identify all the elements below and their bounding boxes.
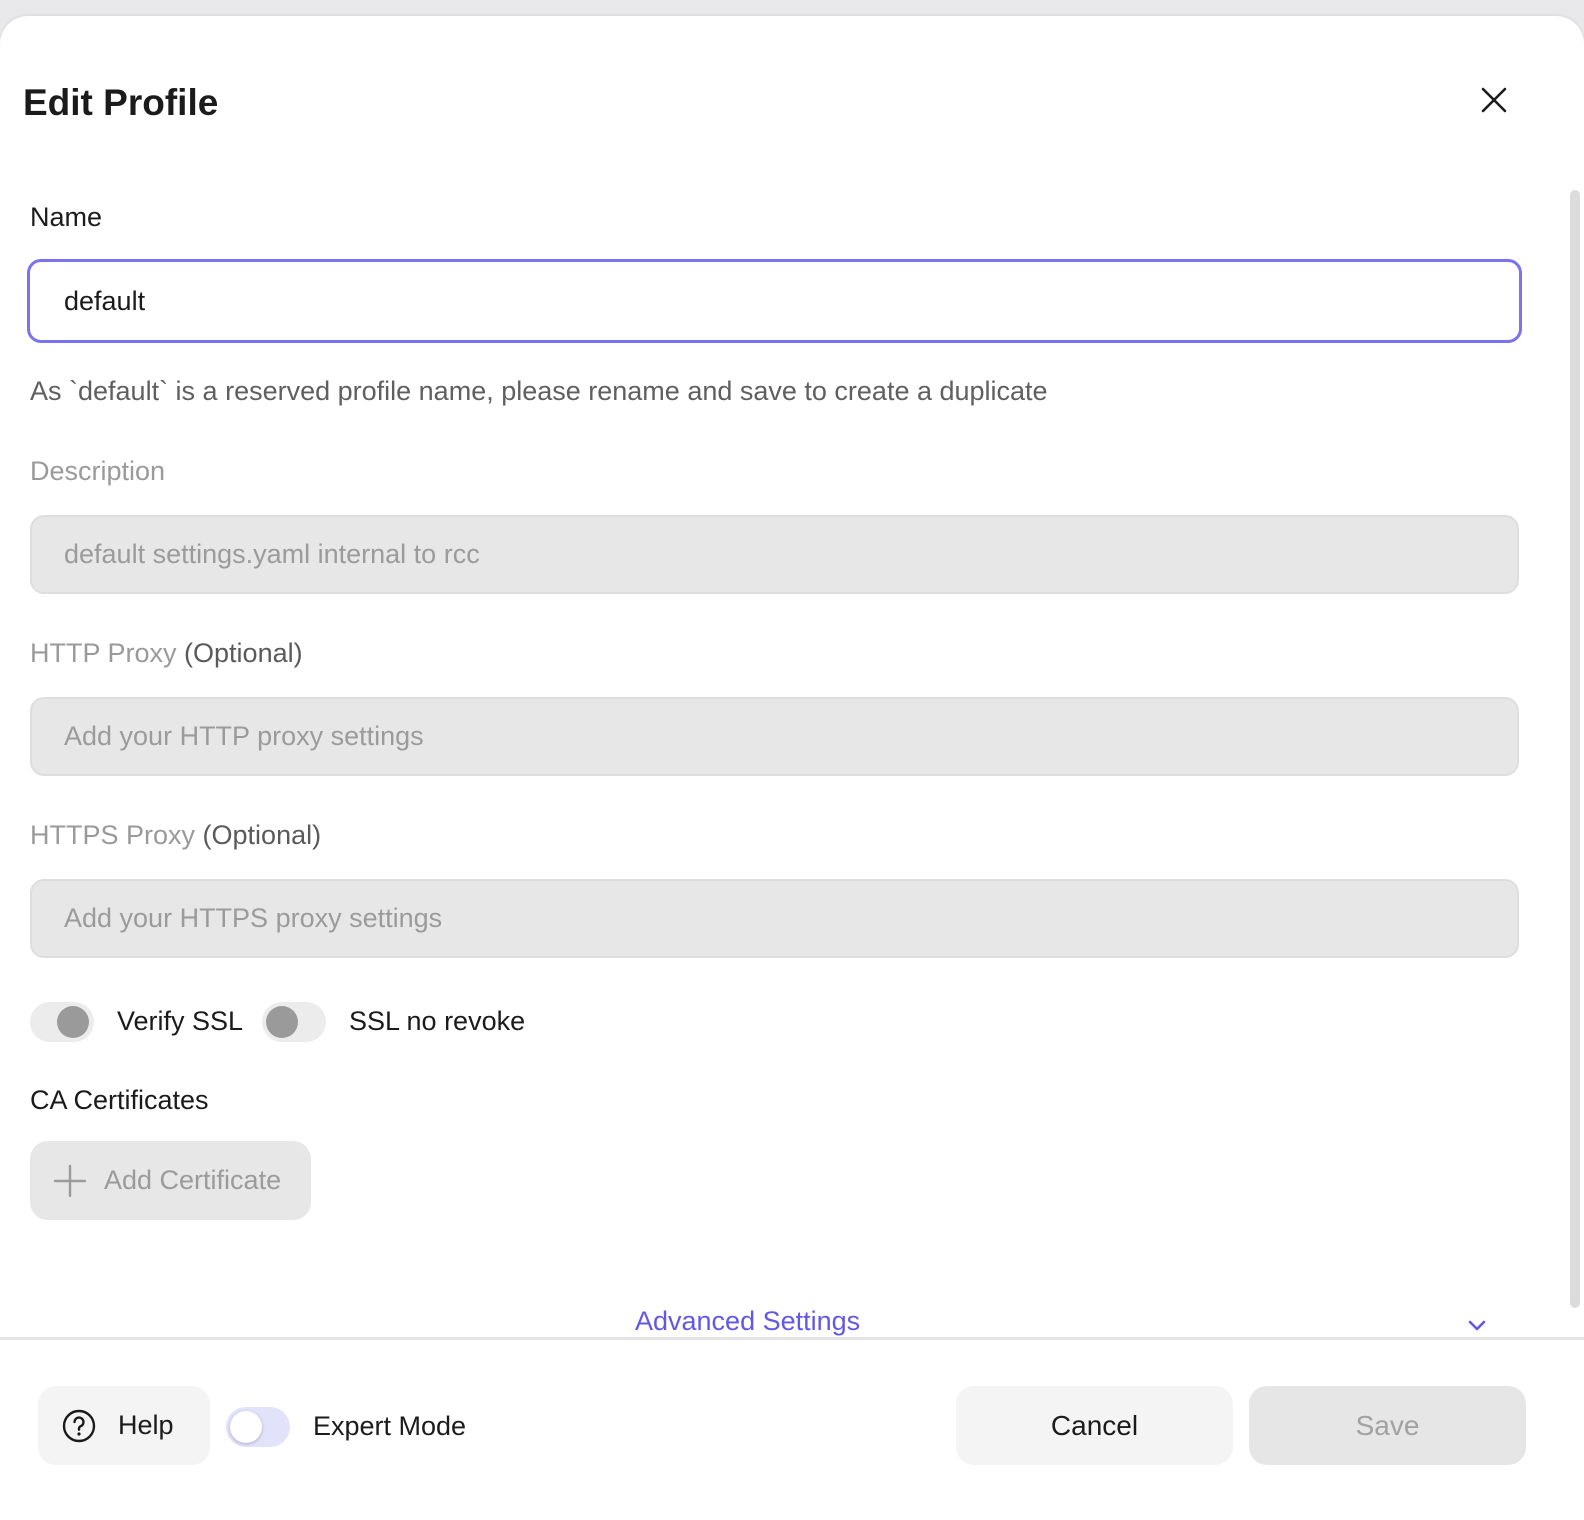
verify-ssl-label: Verify SSL	[117, 1006, 244, 1036]
edit-profile-dialog: Edit Profile Name As `default` is a rese…	[0, 16, 1584, 1520]
close-icon	[1481, 87, 1507, 113]
expert-mode-label: Expert Mode	[313, 1411, 467, 1441]
chevron-down-icon[interactable]	[1466, 1314, 1488, 1336]
question-circle-icon	[62, 1409, 96, 1443]
http-proxy-input[interactable]	[30, 697, 1519, 776]
description-label: Description	[30, 456, 166, 486]
form-scrollbar[interactable]	[1570, 190, 1580, 1308]
ssl-no-revoke-toggle[interactable]	[262, 1002, 326, 1042]
name-label: Name	[30, 202, 103, 232]
cancel-button[interactable]: Cancel	[956, 1386, 1233, 1465]
add-certificate-label: Add Certificate	[104, 1165, 282, 1195]
http-proxy-label: HTTP Proxy (Optional)	[30, 638, 303, 669]
https-proxy-input[interactable]	[30, 879, 1519, 958]
help-label: Help	[118, 1410, 174, 1440]
ca-certificates-label: CA Certificates	[30, 1085, 209, 1115]
dialog-title: Edit Profile	[23, 82, 219, 123]
ssl-no-revoke-knob	[266, 1006, 298, 1038]
https-proxy-optional: (Optional)	[202, 820, 322, 850]
http-proxy-optional: (Optional)	[184, 638, 303, 668]
expert-mode-toggle[interactable]	[226, 1407, 290, 1447]
https-proxy-label: HTTPS Proxy (Optional)	[30, 820, 321, 851]
name-hint: As `default` is a reserved profile name,…	[30, 376, 1048, 406]
verify-ssl-knob	[57, 1006, 89, 1038]
plus-icon	[52, 1163, 88, 1199]
add-certificate-button[interactable]: Add Certificate	[30, 1141, 311, 1220]
name-input[interactable]	[27, 259, 1522, 343]
help-button[interactable]: Help	[38, 1386, 210, 1465]
description-value: default settings.yaml internal to rcc	[64, 539, 480, 569]
close-button[interactable]	[1472, 78, 1516, 122]
https-proxy-label-text: HTTPS Proxy	[30, 820, 196, 850]
ssl-no-revoke-label: SSL no revoke	[349, 1006, 526, 1036]
http-proxy-label-text: HTTP Proxy	[30, 638, 177, 668]
footer-divider	[0, 1337, 1584, 1340]
expert-mode-knob	[230, 1411, 262, 1443]
save-button[interactable]: Save	[1249, 1386, 1526, 1465]
verify-ssl-toggle[interactable]	[30, 1002, 94, 1042]
description-field[interactable]: default settings.yaml internal to rcc	[30, 515, 1519, 594]
advanced-settings-toggle[interactable]: Advanced Settings	[635, 1306, 860, 1337]
